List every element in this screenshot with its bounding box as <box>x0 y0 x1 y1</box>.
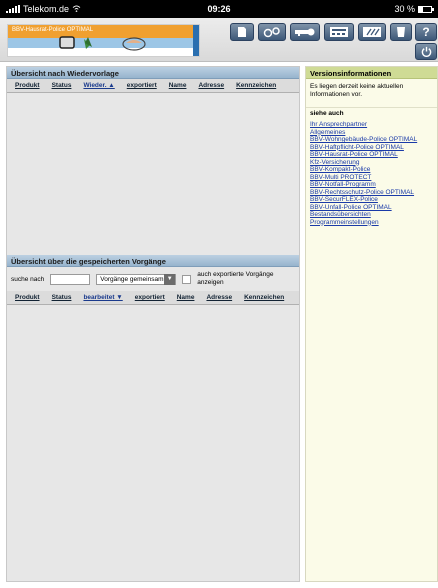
signal-icon <box>6 5 20 13</box>
search-input[interactable] <box>50 273 91 285</box>
col-wiedervorlage[interactable]: Wieder. ▲ <box>83 82 114 89</box>
help-button[interactable]: ? <box>415 23 437 41</box>
settings-button[interactable] <box>258 23 286 41</box>
link-securflex[interactable]: BBV-SecurFLEX-Police <box>310 196 433 204</box>
link-haftpflicht[interactable]: BBV-Haftpflicht-Police OPTIMAL <box>310 144 433 152</box>
app-header: BBV-Hausrat-Police OPTIMAL ? <box>0 18 438 62</box>
col-kennzeichen[interactable]: Kennzeichen <box>236 82 276 89</box>
col-name[interactable]: Name <box>177 294 195 301</box>
filter-select-value: Vorgänge gemeinsam <box>100 275 164 283</box>
wifi-icon <box>72 4 81 14</box>
wiedervorlage-columns: Produkt Status Wieder. ▲ exportiert Name… <box>7 79 299 93</box>
see-also-heading: siehe auch <box>306 107 437 119</box>
col-exportiert[interactable]: exportiert <box>127 82 157 89</box>
filter-select[interactable]: Vorgänge gemeinsam ▼ <box>96 273 177 285</box>
clock: 09:26 <box>207 4 231 14</box>
link-notfall[interactable]: BBV-Notfall-Programm <box>310 181 433 189</box>
chevron-down-icon: ▼ <box>164 273 176 285</box>
col-name[interactable]: Name <box>169 82 187 89</box>
calculator-icon <box>330 27 348 37</box>
col-status[interactable]: Status <box>52 82 72 89</box>
col-exportiert[interactable]: exportiert <box>135 294 165 301</box>
power-button[interactable] <box>415 43 437 60</box>
version-panel: Versionsinformationen Es liegen derzeit … <box>305 66 438 582</box>
calculator-button[interactable] <box>324 23 354 41</box>
battery-percent: 30 % <box>394 4 415 14</box>
col-produkt[interactable]: Produkt <box>15 294 40 301</box>
overview-panel: Übersicht nach Wiedervorlage Produkt Sta… <box>6 66 300 582</box>
product-banner: BBV-Hausrat-Police OPTIMAL <box>7 24 200 57</box>
link-kfz[interactable]: Kfz-Versicherung <box>310 159 433 167</box>
key-button[interactable] <box>290 23 320 41</box>
exported-checkbox[interactable] <box>182 274 192 284</box>
settings-icon <box>263 27 280 38</box>
link-multi-protect[interactable]: BBV-Multi PROTECT <box>310 174 433 182</box>
col-status[interactable]: Status <box>52 294 72 301</box>
trash-icon <box>397 27 405 37</box>
vorgaenge-title: Übersicht über die gespeicherten Vorgäng… <box>7 255 299 267</box>
battery-icon <box>418 5 434 13</box>
wiedervorlage-title: Übersicht nach Wiedervorlage <box>7 67 299 79</box>
link-kompakt[interactable]: BBV-Kompakt-Police <box>310 166 433 174</box>
edit-button[interactable] <box>358 23 386 41</box>
col-kennzeichen[interactable]: Kennzeichen <box>244 294 284 301</box>
link-einstellungen[interactable]: Programmeinstellungen <box>310 219 433 227</box>
col-adresse[interactable]: Adresse <box>206 294 232 301</box>
new-document-button[interactable] <box>230 23 254 41</box>
vorgaenge-columns: Produkt Status bearbeitet ▼ exportiert N… <box>7 291 299 305</box>
version-title: Versionsinformationen <box>306 67 437 79</box>
link-hausrat[interactable]: BBV-Hausrat-Police OPTIMAL <box>310 151 433 159</box>
search-label: suche nach <box>11 275 45 283</box>
search-row: suche nach Vorgänge gemeinsam ▼ auch exp… <box>7 267 299 289</box>
banner-illustration-icon <box>59 36 146 51</box>
carrier: Telekom.de <box>6 4 81 14</box>
power-icon <box>421 46 431 57</box>
checkbox-label: auch exportierte Vorgänge anzeigen <box>197 271 274 286</box>
link-rechtsschutz[interactable]: BBV-Rechtsschutz-Police OPTIMAL <box>310 189 433 197</box>
edit-icon <box>363 27 381 37</box>
delete-button[interactable] <box>390 23 412 41</box>
battery: 30 % <box>394 4 434 14</box>
link-list: Ihr Ansprechpartner Allgemeines BBV-Wohn… <box>306 119 437 228</box>
link-ansprechpartner[interactable]: Ihr Ansprechpartner <box>310 121 433 129</box>
link-allgemeines[interactable]: Allgemeines <box>310 129 433 137</box>
link-wohngebaeude[interactable]: BBV-Wohngebäude-Police OPTIMAL <box>310 136 433 144</box>
col-bearbeitet[interactable]: bearbeitet ▼ <box>83 294 122 301</box>
carrier-name: Telekom.de <box>23 4 70 14</box>
col-produkt[interactable]: Produkt <box>15 82 40 89</box>
status-bar: Telekom.de 09:26 30 % <box>0 0 438 18</box>
link-unfall[interactable]: BBV-Unfall-Police OPTIMAL <box>310 204 433 212</box>
key-icon <box>295 28 315 36</box>
link-bestand[interactable]: Bestandsübersichten <box>310 211 433 219</box>
help-icon: ? <box>422 25 430 39</box>
document-icon <box>238 27 246 37</box>
wiedervorlage-list <box>7 93 299 253</box>
version-text: Es liegen derzeit keine aktuellen Inform… <box>310 83 404 98</box>
col-adresse[interactable]: Adresse <box>198 82 224 89</box>
